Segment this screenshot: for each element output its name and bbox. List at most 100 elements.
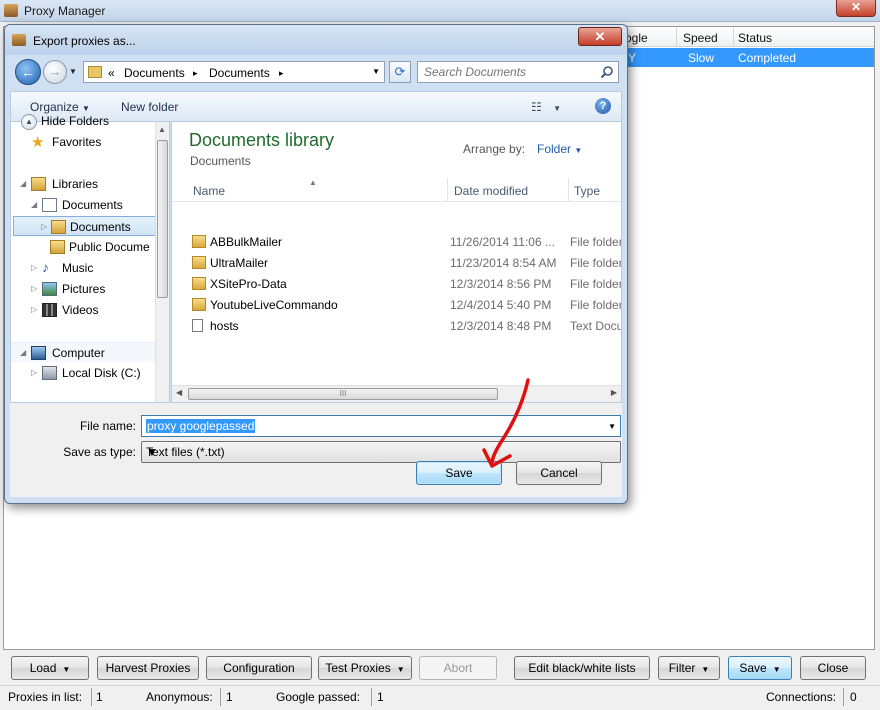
text-file-icon: [192, 319, 203, 332]
chevron-down-icon[interactable]: ▼: [69, 67, 77, 76]
file-list-scroll-thumb[interactable]: III: [188, 388, 498, 400]
sidebar-item-label: Libraries: [52, 177, 99, 191]
sidebar-item-public-documents[interactable]: Public Docume: [11, 237, 159, 257]
file-date: 11/26/2014 11:06 ...: [450, 235, 555, 249]
chevron-right-icon[interactable]: ▶: [611, 388, 617, 397]
save-menu-button[interactable]: Save ▼: [728, 656, 792, 680]
new-folder-button[interactable]: New folder: [121, 100, 178, 114]
filename-field[interactable]: proxy googlepassed ▼: [141, 415, 621, 437]
sidebar-item-label: Music: [62, 261, 94, 275]
address-bar[interactable]: « Documents ▸ Documents ▸ ▼: [83, 61, 385, 83]
save-as-type-select[interactable]: Text files (*.txt) ▼: [141, 441, 621, 463]
disk-icon: [42, 366, 57, 380]
column-header-date[interactable]: Date modified: [454, 184, 528, 198]
list-item[interactable]: YoutubeLiveCommando 12/4/2014 5:40 PM Fi…: [172, 295, 621, 316]
column-header-name[interactable]: Name: [193, 184, 225, 198]
chevron-up-icon[interactable]: ▲: [158, 125, 166, 134]
file-name: XSitePro-Data: [210, 277, 287, 291]
status-bar: Proxies in list: 1 Anonymous: 1 Google p…: [0, 685, 880, 710]
chevron-down-icon[interactable]: ▼: [608, 422, 616, 431]
file-date: 11/23/2014 8:54 AM: [450, 256, 557, 270]
chevron-down-icon: ▼: [396, 665, 405, 674]
dialog-close-button[interactable]: ✕: [578, 27, 622, 46]
chevron-down-icon: ◢: [20, 179, 27, 188]
sidebar-item-music[interactable]: ▷ ♪ Music: [11, 258, 159, 278]
document-icon: [42, 198, 57, 212]
column-header-type[interactable]: Type: [574, 184, 600, 198]
sidebar-item-computer[interactable]: ◢ Computer: [11, 342, 157, 362]
help-icon[interactable]: ?: [595, 98, 611, 114]
column-header-google[interactable]: ogle: [625, 31, 648, 45]
breadcrumb-separator[interactable]: ▸: [193, 68, 198, 79]
file-list-pane[interactable]: Documents library Documents Arrange by: …: [171, 121, 622, 403]
nav-pane-scrollbar[interactable]: ▲: [155, 122, 169, 402]
breadcrumb-overflow[interactable]: «: [108, 66, 115, 80]
google-passed-value: 1: [377, 690, 384, 704]
folder-icon: [88, 66, 102, 78]
folder-icon: [50, 240, 65, 254]
chevron-up-icon: ▲: [21, 114, 37, 130]
close-button[interactable]: Close: [800, 656, 866, 680]
main-close-button[interactable]: ✕: [836, 0, 876, 17]
search-input[interactable]: [424, 65, 594, 79]
main-window-title: Proxy Manager: [24, 4, 106, 18]
load-button[interactable]: Load ▼: [11, 656, 89, 680]
status-separator: [843, 688, 844, 706]
forward-arrow-icon[interactable]: →: [43, 60, 67, 84]
chevron-down-icon: ▼: [701, 665, 710, 674]
harvest-proxies-button[interactable]: Harvest Proxies: [97, 656, 199, 680]
chevron-right-icon: ▷: [31, 263, 38, 272]
refresh-icon[interactable]: ⟳: [389, 61, 411, 83]
list-item[interactable]: hosts 12/3/2014 8:48 PM Text Docu: [172, 316, 621, 337]
edit-lists-button[interactable]: Edit black/white lists: [514, 656, 650, 680]
abort-button[interactable]: Abort: [419, 656, 497, 680]
sidebar-item-pictures[interactable]: ▷ Pictures: [11, 279, 159, 299]
chevron-up-icon: ▲: [309, 178, 317, 187]
search-box[interactable]: [417, 61, 619, 83]
breadcrumb-documents-folder[interactable]: Documents: [209, 66, 270, 80]
nav-pane-scroll-thumb[interactable]: [157, 140, 168, 298]
sidebar-item-documents[interactable]: ◢ Documents: [11, 195, 159, 215]
breadcrumb-separator[interactable]: ▸: [279, 68, 284, 79]
configuration-button[interactable]: Configuration: [206, 656, 312, 680]
filter-button[interactable]: Filter ▼: [658, 656, 720, 680]
file-type: Text Docu: [570, 319, 622, 333]
list-item[interactable]: UltraMailer 11/23/2014 8:54 AM File fold…: [172, 253, 621, 274]
chevron-left-icon[interactable]: ◀: [176, 388, 182, 397]
sidebar-item-local-disk[interactable]: ▷ Local Disk (C:): [11, 363, 159, 383]
column-header-status[interactable]: Status: [738, 31, 772, 45]
proxies-in-list-value: 1: [96, 690, 103, 704]
hide-folders-button[interactable]: ▲ Hide Folders: [21, 114, 109, 130]
arrange-by-dropdown[interactable]: Folder ▼: [537, 142, 582, 156]
test-proxies-button[interactable]: Test Proxies ▼: [318, 656, 412, 680]
chevron-down-icon: ◢: [20, 348, 27, 357]
back-arrow-icon[interactable]: ←: [15, 59, 41, 85]
sidebar-item-libraries[interactable]: ◢ Libraries: [11, 174, 159, 194]
list-item[interactable]: XSitePro-Data 12/3/2014 8:56 PM File fol…: [172, 274, 621, 295]
chevron-down-icon[interactable]: ▼: [372, 67, 380, 76]
cell-status: Completed: [738, 51, 797, 65]
file-list-scrollbar[interactable]: ◀ III ▶: [172, 385, 621, 402]
search-icon: [600, 66, 613, 79]
organize-button[interactable]: Organize ▼: [30, 100, 90, 114]
list-item[interactable]: ABBulkMailer 11/26/2014 11:06 ... File f…: [172, 232, 621, 253]
sidebar-item-videos[interactable]: ▷ Videos: [11, 300, 159, 320]
test-proxies-label: Test Proxies: [325, 661, 391, 675]
dialog-title-bar[interactable]: Export proxies as... ✕: [5, 25, 627, 55]
sidebar-item-documents-folder[interactable]: ▷ Documents: [13, 216, 161, 236]
file-name: hosts: [210, 319, 239, 333]
library-icon: [31, 177, 46, 191]
view-options-icon[interactable]: ☷ ▼: [531, 100, 561, 114]
filename-label: File name:: [79, 419, 136, 433]
file-name: UltraMailer: [210, 256, 269, 270]
folder-icon: [192, 298, 206, 311]
navigation-pane[interactable]: ★ Favorites ◢ Libraries ◢ Documents ▷ Do…: [10, 121, 170, 403]
filename-value: proxy googlepassed: [146, 419, 256, 433]
organize-label: Organize: [30, 100, 79, 114]
sidebar-item-label: Favorites: [52, 135, 102, 149]
sidebar-item-label: Computer: [52, 346, 105, 360]
column-header-speed[interactable]: Speed: [683, 31, 718, 45]
breadcrumb-documents-library[interactable]: Documents: [124, 66, 185, 80]
sidebar-item-favorites[interactable]: ★ Favorites: [11, 132, 159, 152]
file-name: YoutubeLiveCommando: [210, 298, 338, 312]
